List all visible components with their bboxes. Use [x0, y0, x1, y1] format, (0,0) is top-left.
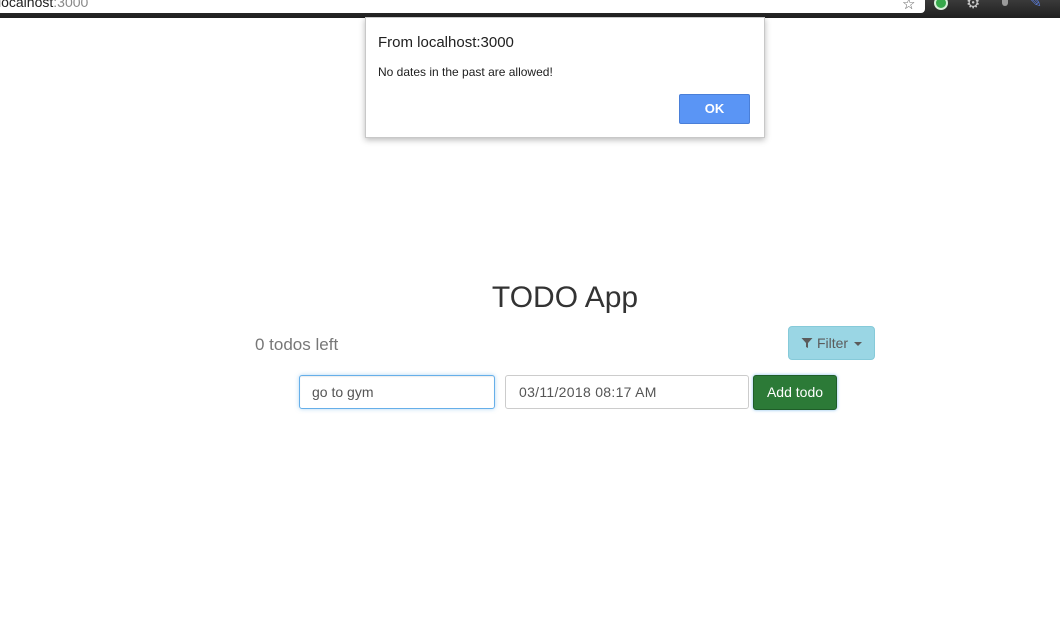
filter-label: Filter — [816, 335, 849, 351]
ok-button[interactable]: OK — [679, 94, 750, 124]
filter-button[interactable]: Filter — [788, 326, 875, 360]
alert-dialog: From localhost:3000 No dates in the past… — [365, 17, 765, 138]
url-host: localhost — [0, 0, 54, 10]
page-title: TODO App — [491, 281, 639, 314]
dialog-title: From localhost:3000 — [378, 34, 514, 51]
address-bar-url: localhost:3000 — [0, 0, 88, 10]
caret-down-icon — [854, 342, 863, 346]
browser-toolbar: localhost:3000 ☆ ⚙ ✎ — [0, 0, 1060, 18]
todos-left-count: 0 todos left — [255, 335, 339, 354]
funnel-icon — [801, 337, 813, 349]
url-port: :3000 — [53, 0, 89, 10]
bookmark-star-icon[interactable]: ☆ — [902, 0, 915, 13]
dot-icon[interactable] — [1002, 0, 1008, 6]
todo-text-input[interactable] — [299, 375, 495, 409]
add-todo-button[interactable]: Add todo — [753, 375, 837, 410]
pen-icon[interactable]: ✎ — [1030, 0, 1042, 11]
date-time-input[interactable] — [505, 375, 749, 409]
address-bar[interactable]: localhost:3000 — [0, 0, 925, 13]
green-extension-icon[interactable] — [934, 0, 948, 10]
gear-icon[interactable]: ⚙ — [966, 0, 980, 13]
dialog-message: No dates in the past are allowed! — [378, 65, 553, 79]
